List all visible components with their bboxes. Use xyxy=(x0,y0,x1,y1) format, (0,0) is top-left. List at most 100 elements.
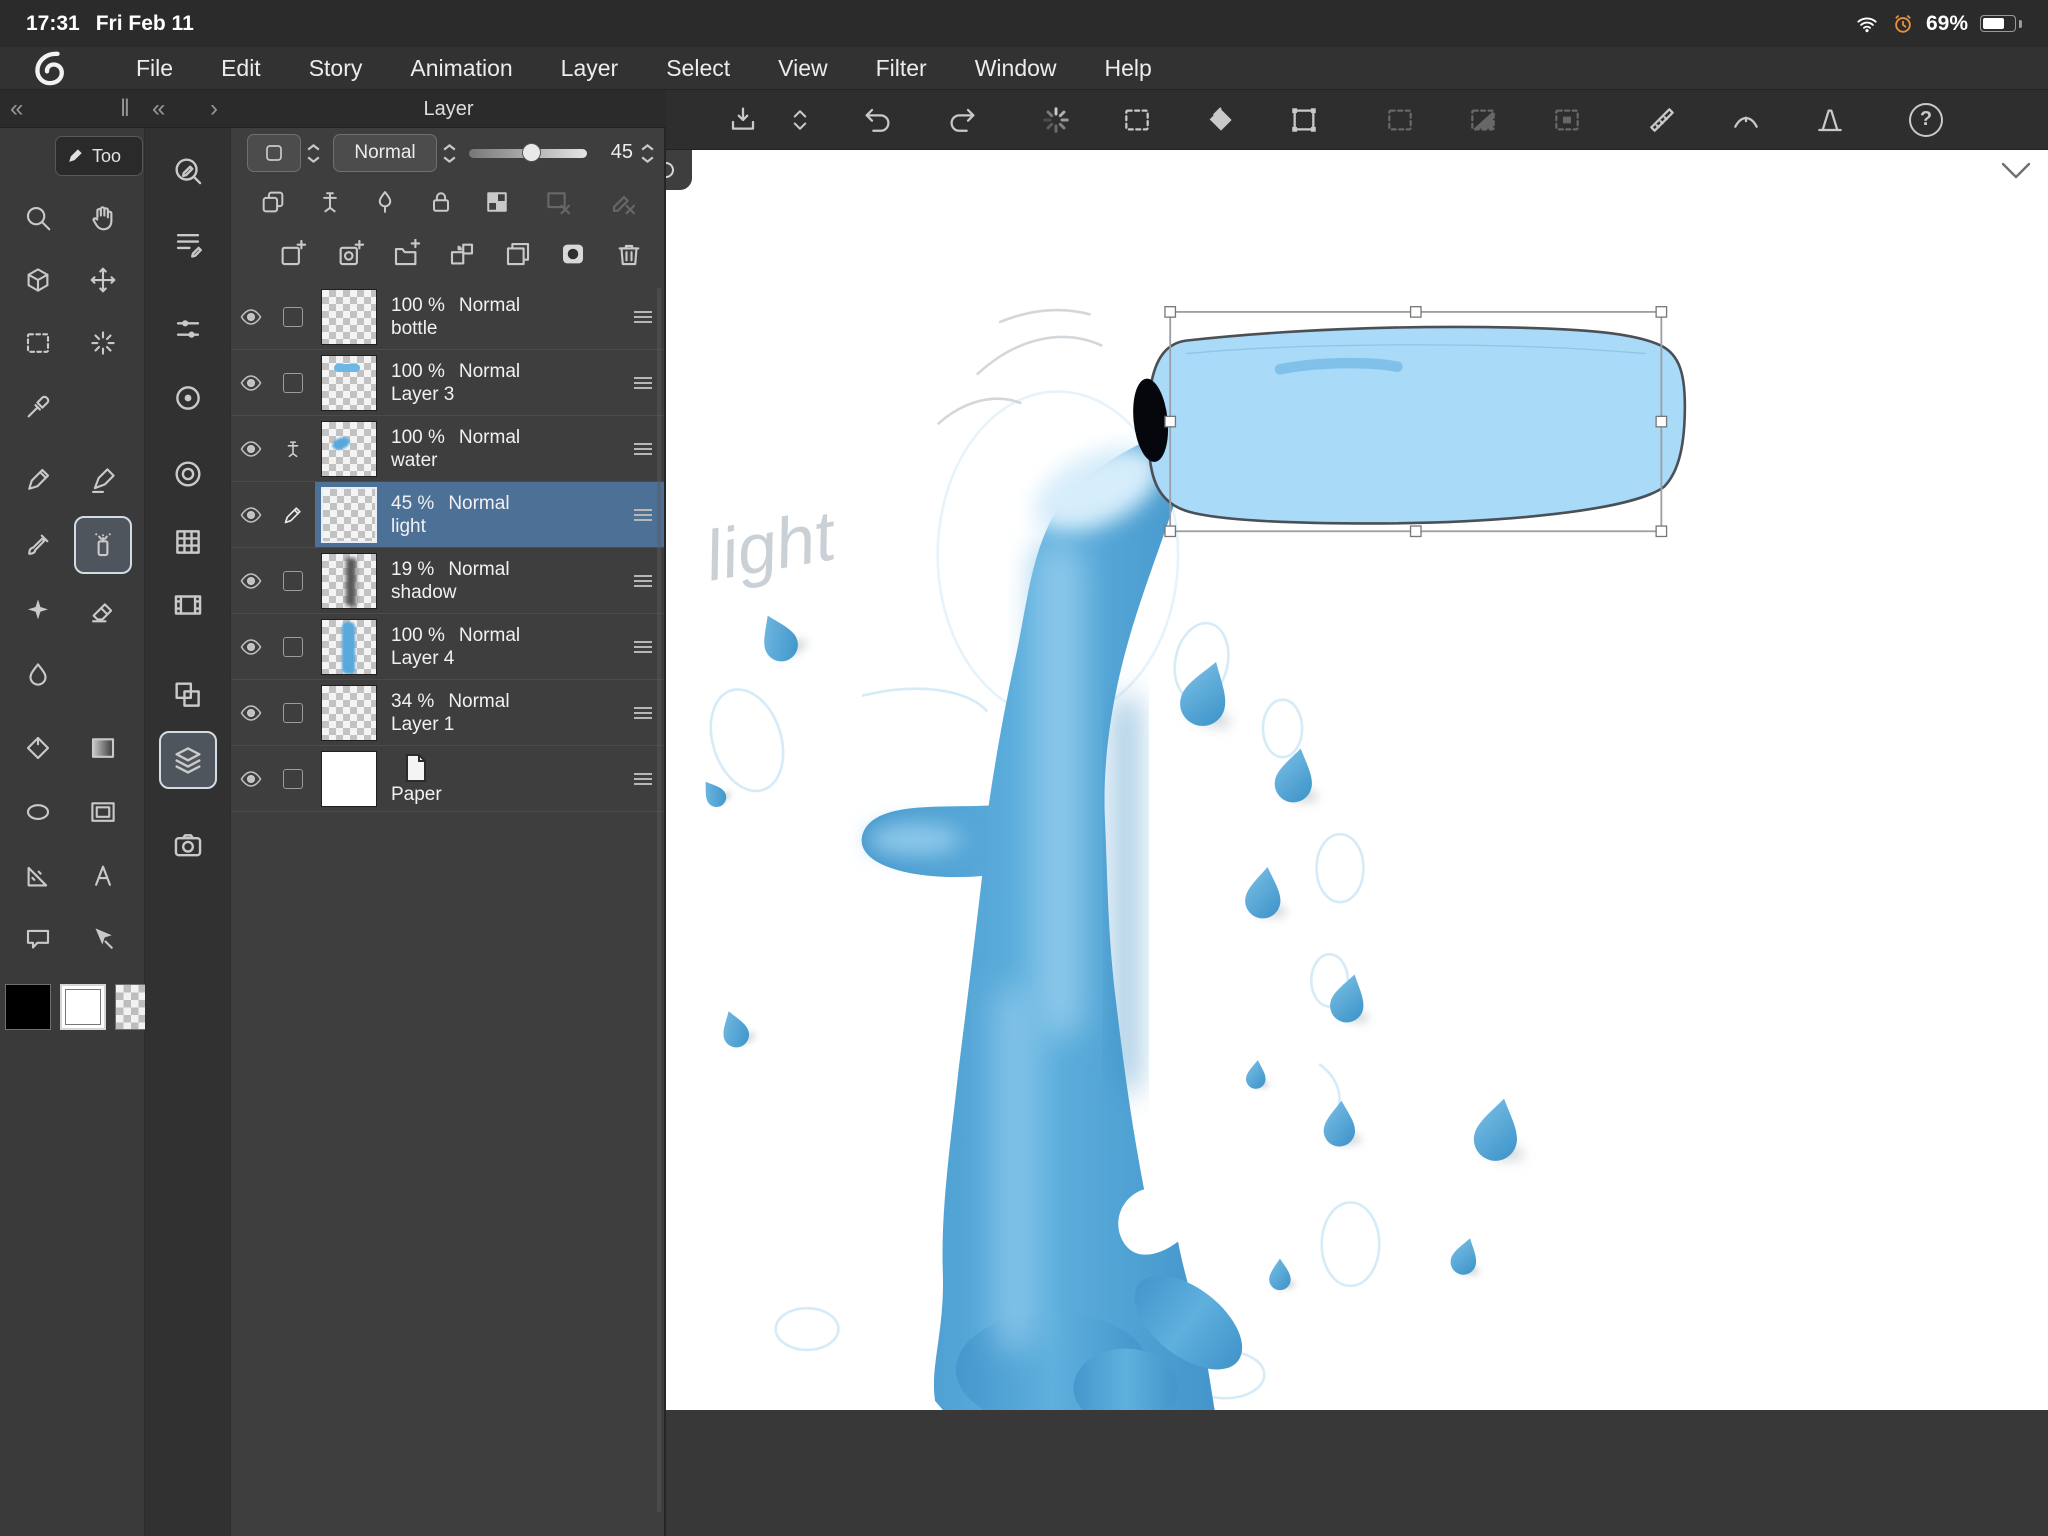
new-folder-icon[interactable] xyxy=(386,234,426,274)
sub-tool-icon[interactable] xyxy=(164,219,212,267)
draft-layer-icon[interactable] xyxy=(310,182,350,222)
opacity-slider[interactable] xyxy=(469,134,587,172)
auto-select-tool-icon[interactable] xyxy=(79,319,127,367)
sub-color-swatch[interactable] xyxy=(60,984,106,1030)
menu-item-story[interactable]: Story xyxy=(309,55,363,82)
visibility-eye-icon[interactable] xyxy=(231,548,271,613)
layer-grip-icon[interactable] xyxy=(634,575,652,587)
layer-thumbnail[interactable] xyxy=(321,289,377,345)
layer-thumbnail[interactable] xyxy=(321,685,377,741)
layer-grip-icon[interactable] xyxy=(634,509,652,521)
duplicate-layer-icon[interactable] xyxy=(498,234,538,274)
visibility-eye-icon[interactable] xyxy=(231,416,271,481)
airbrush-tool-icon[interactable] xyxy=(74,516,132,574)
text-tool-icon[interactable] xyxy=(79,852,127,900)
balloon-tool-icon[interactable] xyxy=(14,915,62,963)
layer-row-content[interactable]: 100 % Normal Layer 3 xyxy=(315,350,664,415)
layer-row[interactable]: Paper xyxy=(231,746,664,812)
pen-tool-icon[interactable] xyxy=(14,456,62,504)
frame-border-tool-icon[interactable] xyxy=(79,788,127,836)
visibility-eye-icon[interactable] xyxy=(231,614,271,679)
layer-thumbnail[interactable] xyxy=(321,619,377,675)
visibility-eye-icon[interactable] xyxy=(231,680,271,745)
menu-item-file[interactable]: File xyxy=(136,55,173,82)
selection-pen-tool-icon[interactable] xyxy=(79,915,127,963)
collapse-palette-icon[interactable]: « xyxy=(10,92,23,126)
visibility-eye-icon[interactable] xyxy=(231,482,271,547)
snap-ruler-icon[interactable] xyxy=(1639,97,1685,143)
layer-grip-icon[interactable] xyxy=(634,311,652,323)
hidden-panel-tab[interactable] xyxy=(666,150,692,190)
toolbar-collapse-chevron-icon[interactable] xyxy=(1998,156,2034,186)
drawing-canvas[interactable]: light xyxy=(666,150,2048,1410)
blend-mode-combo[interactable]: Normal xyxy=(333,134,437,172)
menu-item-layer[interactable]: Layer xyxy=(561,55,619,82)
color-wheel-icon[interactable] xyxy=(164,450,212,498)
eyedropper-tool-icon[interactable] xyxy=(14,383,62,431)
visibility-eye-icon[interactable] xyxy=(231,284,271,349)
layer-row[interactable]: 100 % Normal Layer 4 xyxy=(231,614,664,680)
export-icon[interactable] xyxy=(720,97,766,143)
help-icon[interactable]: ? xyxy=(1903,97,1949,143)
brush-tool-icon[interactable] xyxy=(14,521,62,569)
menu-item-select[interactable]: Select xyxy=(666,55,730,82)
layer-type-stepper[interactable] xyxy=(303,134,323,172)
layer-grip-icon[interactable] xyxy=(634,377,652,389)
brush-size-icon[interactable] xyxy=(164,374,212,422)
select-checkbox[interactable] xyxy=(283,571,303,591)
hand-tool-icon[interactable] xyxy=(79,194,127,242)
layer-palette-icon[interactable] xyxy=(159,731,217,789)
layer-scrollbar[interactable] xyxy=(657,288,661,1512)
marquee-tool-icon[interactable] xyxy=(14,319,62,367)
timeline-icon[interactable] xyxy=(164,581,212,629)
marker-tool-icon[interactable] xyxy=(79,456,127,504)
lock-layer-icon[interactable] xyxy=(421,182,461,222)
layer-grip-icon[interactable] xyxy=(634,773,652,785)
clip-below-icon[interactable] xyxy=(253,182,293,222)
eraser-tool-icon[interactable] xyxy=(79,586,127,634)
menu-item-filter[interactable]: Filter xyxy=(876,55,927,82)
layer-grip-icon[interactable] xyxy=(634,641,652,653)
new-vector-layer-icon[interactable] xyxy=(330,234,370,274)
menu-item-window[interactable]: Window xyxy=(975,55,1057,82)
clip-studio-logo-icon[interactable] xyxy=(30,48,70,88)
layer-thumbnail[interactable] xyxy=(321,553,377,609)
ruler-tool-icon[interactable] xyxy=(14,852,62,900)
navigator-icon[interactable] xyxy=(164,822,212,870)
select-checkbox[interactable] xyxy=(283,769,303,789)
gradient-tool-icon[interactable] xyxy=(79,724,127,772)
move-tool-icon[interactable] xyxy=(79,256,127,304)
layer-thumbnail[interactable] xyxy=(321,355,377,411)
color-set-icon[interactable] xyxy=(164,518,212,566)
layer-thumbnail[interactable] xyxy=(321,751,377,807)
new-raster-layer-icon[interactable] xyxy=(272,234,312,274)
menu-item-edit[interactable]: Edit xyxy=(221,55,261,82)
opacity-slider-knob[interactable] xyxy=(522,143,541,162)
layer-thumbnail[interactable] xyxy=(321,487,377,543)
layer-type-combo[interactable] xyxy=(247,134,301,172)
select-area-icon[interactable] xyxy=(1114,97,1160,143)
record-cel-icon[interactable] xyxy=(553,234,593,274)
select-checkbox[interactable] xyxy=(283,637,303,657)
visibility-eye-icon[interactable] xyxy=(231,350,271,415)
tool-palette-tab[interactable]: Too xyxy=(55,136,143,176)
transfer-layer-icon[interactable] xyxy=(442,234,482,274)
zoom-tool-icon[interactable] xyxy=(14,194,62,242)
layer-row-content[interactable]: 19 % Normal shadow xyxy=(315,548,664,613)
layer-thumbnail[interactable] xyxy=(321,421,377,477)
menu-item-view[interactable]: View xyxy=(778,55,827,82)
select-checkbox[interactable] xyxy=(283,373,303,393)
redo-icon[interactable] xyxy=(939,97,985,143)
lock-alpha-icon[interactable] xyxy=(477,182,517,222)
expand-subpalette-icon[interactable]: › xyxy=(210,92,218,126)
layer-row[interactable]: 100 % Normal water xyxy=(231,416,664,482)
menu-item-animation[interactable]: Animation xyxy=(410,55,512,82)
layer-row[interactable]: 19 % Normal shadow xyxy=(231,548,664,614)
layer-row-content[interactable]: 100 % Normal bottle xyxy=(315,284,664,349)
collapse-subpalette-icon[interactable]: « xyxy=(152,92,165,126)
undo-icon[interactable] xyxy=(855,97,901,143)
delete-layer-icon[interactable] xyxy=(609,234,649,274)
blend-mode-stepper[interactable] xyxy=(439,134,459,172)
object-tool-icon[interactable] xyxy=(14,256,62,304)
layer-grip-icon[interactable] xyxy=(634,707,652,719)
